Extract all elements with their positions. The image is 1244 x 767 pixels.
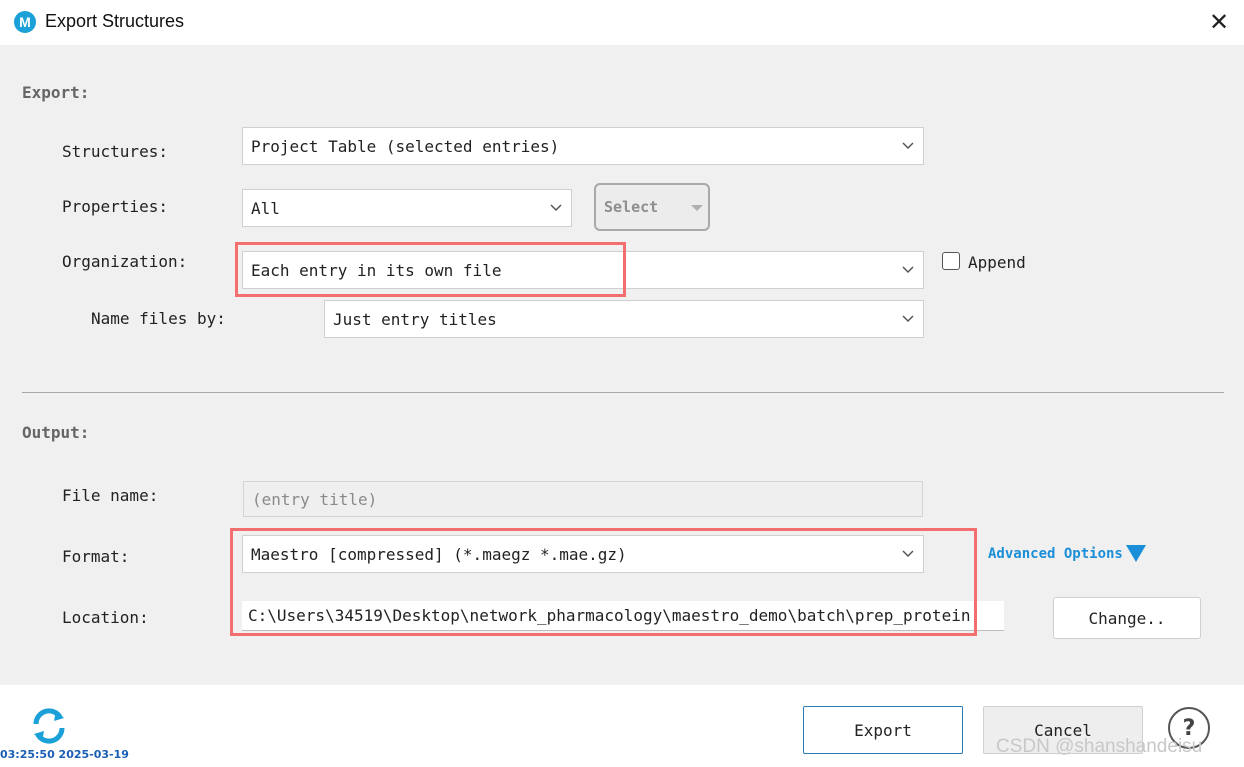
chevron-down-icon xyxy=(902,142,914,150)
refresh-icon[interactable] xyxy=(30,706,68,746)
file-name-label: File name: xyxy=(62,486,159,505)
export-heading: Export: xyxy=(22,83,90,102)
advanced-options-link[interactable]: Advanced Options xyxy=(988,544,1147,564)
watermark: CSDN @shanshandeisu xyxy=(996,736,1203,757)
triangle-down-icon xyxy=(1125,545,1146,562)
structures-value: Project Table (selected entries) xyxy=(251,136,560,156)
timestamp: 03:25:50 2025-03-19 xyxy=(0,748,129,761)
file-name-field[interactable]: (entry title) xyxy=(243,481,923,517)
advanced-options-label: Advanced Options xyxy=(988,546,1123,562)
name-files-by-value: Just entry titles xyxy=(333,309,497,329)
chevron-down-icon xyxy=(550,204,562,212)
section-divider xyxy=(22,392,1224,393)
name-files-by-dropdown[interactable]: Just entry titles xyxy=(324,300,924,338)
properties-value: All xyxy=(251,198,280,218)
close-icon[interactable]: ✕ xyxy=(1206,8,1232,36)
organization-label: Organization: xyxy=(62,252,188,271)
chevron-down-icon xyxy=(902,315,914,323)
export-button-label: Export xyxy=(854,720,912,740)
title-bar xyxy=(0,0,1244,45)
location-label: Location: xyxy=(62,608,149,627)
properties-label: Properties: xyxy=(62,197,168,216)
name-files-by-label: Name files by: xyxy=(91,309,226,328)
output-heading: Output: xyxy=(22,423,90,442)
change-button-label: Change.. xyxy=(1088,608,1166,628)
highlight-box-organization xyxy=(235,242,626,297)
dropdown-arrow-icon xyxy=(691,205,703,211)
structures-label: Structures: xyxy=(62,142,168,161)
change-location-button[interactable]: Change.. xyxy=(1053,597,1201,639)
highlight-box-format-location xyxy=(230,528,977,636)
append-checkbox[interactable] xyxy=(942,252,960,270)
chevron-down-icon xyxy=(902,266,914,274)
select-properties-button[interactable]: Select xyxy=(594,183,710,231)
maestro-logo-icon: M xyxy=(14,11,36,33)
append-label: Append xyxy=(968,253,1026,272)
select-button-label: Select xyxy=(604,198,659,216)
properties-dropdown[interactable]: All xyxy=(242,189,572,227)
export-button[interactable]: Export xyxy=(803,706,963,754)
window-title: Export Structures xyxy=(45,11,185,31)
file-name-placeholder: (entry title) xyxy=(252,489,378,509)
format-label: Format: xyxy=(62,547,130,566)
structures-dropdown[interactable]: Project Table (selected entries) xyxy=(242,127,924,165)
